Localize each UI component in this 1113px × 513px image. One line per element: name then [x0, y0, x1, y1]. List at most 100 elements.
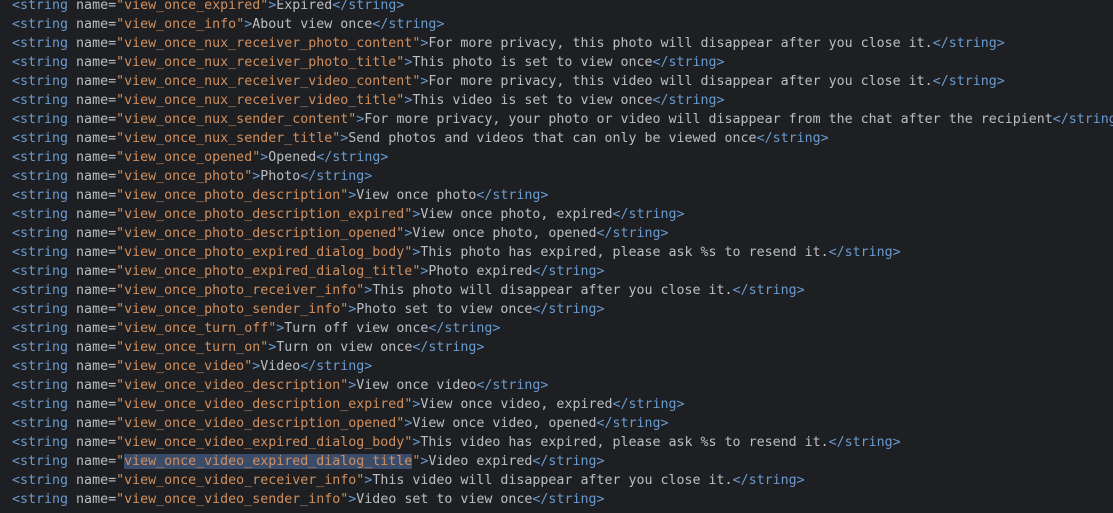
close-tag: </string> — [612, 207, 685, 222]
open-tag: <string — [12, 93, 69, 108]
open-tag: <string — [12, 55, 69, 70]
name-attribute: name= — [68, 0, 117, 13]
open-tag: <string — [12, 359, 69, 374]
close-tag: </string> — [300, 169, 373, 184]
string-value: For more privacy, your photo or video wi… — [364, 112, 1053, 127]
string-key-name: view_once_photo_description_opened — [124, 226, 397, 241]
code-line[interactable]: <string name="view_once_video_descriptio… — [0, 376, 1113, 395]
name-attribute: name= — [68, 473, 117, 488]
close-tag: </string> — [300, 359, 373, 374]
code-line[interactable]: <string name="view_once_photo_expired_di… — [0, 243, 1113, 262]
code-line[interactable]: <string name="view_once_nux_sender_title… — [0, 129, 1113, 148]
string-key-name: view_once_video_description — [124, 378, 341, 393]
string-value: View once video, expired — [420, 397, 613, 412]
code-line[interactable]: <string name="view_once_turn_on">Turn on… — [0, 338, 1113, 357]
code-line[interactable]: <string name="view_once_photo_descriptio… — [0, 224, 1113, 243]
code-line[interactable]: <string name="view_once_nux_receiver_vid… — [0, 91, 1113, 110]
string-value: This video is set to view once — [412, 93, 653, 108]
close-tag: </string> — [428, 321, 501, 336]
code-line[interactable]: <string name="view_once_expired">Expired… — [0, 0, 1113, 15]
open-tag: <string — [12, 207, 69, 222]
string-value: This photo will disappear after you clos… — [372, 283, 733, 298]
close-tag: </string> — [652, 55, 725, 70]
code-line[interactable]: <string name="view_once_video_sender_inf… — [0, 490, 1113, 509]
close-tag: </string> — [596, 226, 669, 241]
string-key-name: view_once_photo_description — [124, 188, 341, 203]
string-key: "view_once_photo_description" — [116, 188, 349, 203]
open-tag: <string — [12, 473, 69, 488]
code-line[interactable]: <string name="view_once_video_descriptio… — [0, 395, 1113, 414]
close-tag: </string> — [532, 264, 605, 279]
code-line[interactable]: <string name="view_once_photo_sender_inf… — [0, 300, 1113, 319]
string-key-name: view_once_video_receiver_info — [124, 473, 357, 488]
code-line[interactable]: <string name="view_once_video_expired_di… — [0, 433, 1113, 452]
name-attribute: name= — [68, 36, 117, 51]
string-key-name: view_once_photo_expired_dialog_title — [124, 264, 413, 279]
code-line[interactable]: <string name="view_once_video_receiver_i… — [0, 471, 1113, 490]
close-tag: </string> — [932, 36, 1005, 51]
close-tag: </string> — [532, 492, 605, 507]
code-line[interactable]: <string name="view_once_photo_receiver_i… — [0, 281, 1113, 300]
string-key-name: view_once_video_description_expired — [124, 397, 405, 412]
code-line[interactable]: <string name="view_once_opened">Opened</… — [0, 148, 1113, 167]
close-tag: </string> — [476, 188, 549, 203]
code-line[interactable]: <string name="view_once_nux_receiver_vid… — [0, 72, 1113, 91]
open-tag: <string — [12, 283, 69, 298]
string-key-name: view_once_nux_receiver_video_content — [124, 74, 413, 89]
code-editor[interactable]: <string name="view_once_expired">Expired… — [0, 0, 1113, 513]
string-value: Video — [260, 359, 301, 374]
name-attribute: name= — [68, 435, 117, 450]
open-tag: <string — [12, 264, 69, 279]
code-line[interactable]: <string name="view_once_video_expired_di… — [0, 452, 1113, 471]
close-tag: </string> — [372, 17, 445, 32]
open-tag: <string — [12, 302, 69, 317]
name-attribute: name= — [68, 188, 117, 203]
code-line[interactable]: <string name="view_once_video">Video</st… — [0, 357, 1113, 376]
string-value: Photo — [260, 169, 301, 184]
string-key: "view_once_photo_description_expired" — [116, 207, 413, 222]
string-value: Turn on view once — [276, 340, 413, 355]
code-line[interactable]: <string name="view_once_photo_expired_di… — [0, 262, 1113, 281]
string-key-name: view_once_video_expired_dialog_body — [124, 435, 405, 450]
string-key: "view_once_turn_on" — [116, 340, 269, 355]
string-key: "view_once_video_receiver_info" — [116, 473, 365, 488]
close-tag: </string> — [732, 473, 805, 488]
code-line[interactable]: <string name="view_once_video_descriptio… — [0, 414, 1113, 433]
string-key: "view_once_video" — [116, 359, 253, 374]
close-tag: </string> — [532, 454, 605, 469]
name-attribute: name= — [68, 93, 117, 108]
code-line[interactable]: <string name="view_once_photo_descriptio… — [0, 205, 1113, 224]
close-tag: </string> — [476, 378, 549, 393]
name-attribute: name= — [68, 226, 117, 241]
close-tag: </string> — [732, 283, 805, 298]
code-line[interactable]: <string name="view_once_nux_sender_conte… — [0, 110, 1113, 129]
name-attribute: name= — [68, 302, 117, 317]
code-line[interactable]: <string name="view_once_info">About view… — [0, 15, 1113, 34]
code-line[interactable]: <string name="view_once_turn_off">Turn o… — [0, 319, 1113, 338]
code-line[interactable]: <string name="view_once_nux_receiver_pho… — [0, 34, 1113, 53]
code-line[interactable]: <string name="view_once_nux_receiver_pho… — [0, 53, 1113, 72]
string-key-name: view_once_nux_receiver_video_title — [124, 93, 397, 108]
code-line[interactable]: <string name="view_once_photo">Photo</st… — [0, 167, 1113, 186]
name-attribute: name= — [68, 359, 117, 374]
string-value: About view once — [252, 17, 373, 32]
open-tag: <string — [12, 492, 69, 507]
string-value: View once photo — [356, 188, 477, 203]
open-tag: <string — [12, 435, 69, 450]
close-tag: </string> — [596, 416, 669, 431]
string-key-name: view_once_video_description_opened — [124, 416, 397, 431]
open-tag: <string — [12, 397, 69, 412]
name-attribute: name= — [68, 321, 117, 336]
name-attribute: name= — [68, 131, 117, 146]
string-key: "view_once_photo_expired_dialog_title" — [116, 264, 421, 279]
string-key: "view_once_opened" — [116, 150, 261, 165]
name-attribute: name= — [68, 378, 117, 393]
string-key: "view_once_nux_receiver_video_title" — [116, 93, 405, 108]
string-value: Turn off view once — [284, 321, 429, 336]
code-line[interactable]: <string name="view_once_photo_descriptio… — [0, 186, 1113, 205]
name-attribute: name= — [68, 169, 117, 184]
string-key-name: view_once_video_expired_dialog_title — [124, 454, 413, 469]
string-key: "view_once_nux_receiver_video_content" — [116, 74, 421, 89]
string-key: "view_once_video_description_expired" — [116, 397, 413, 412]
open-tag: <string — [12, 454, 69, 469]
